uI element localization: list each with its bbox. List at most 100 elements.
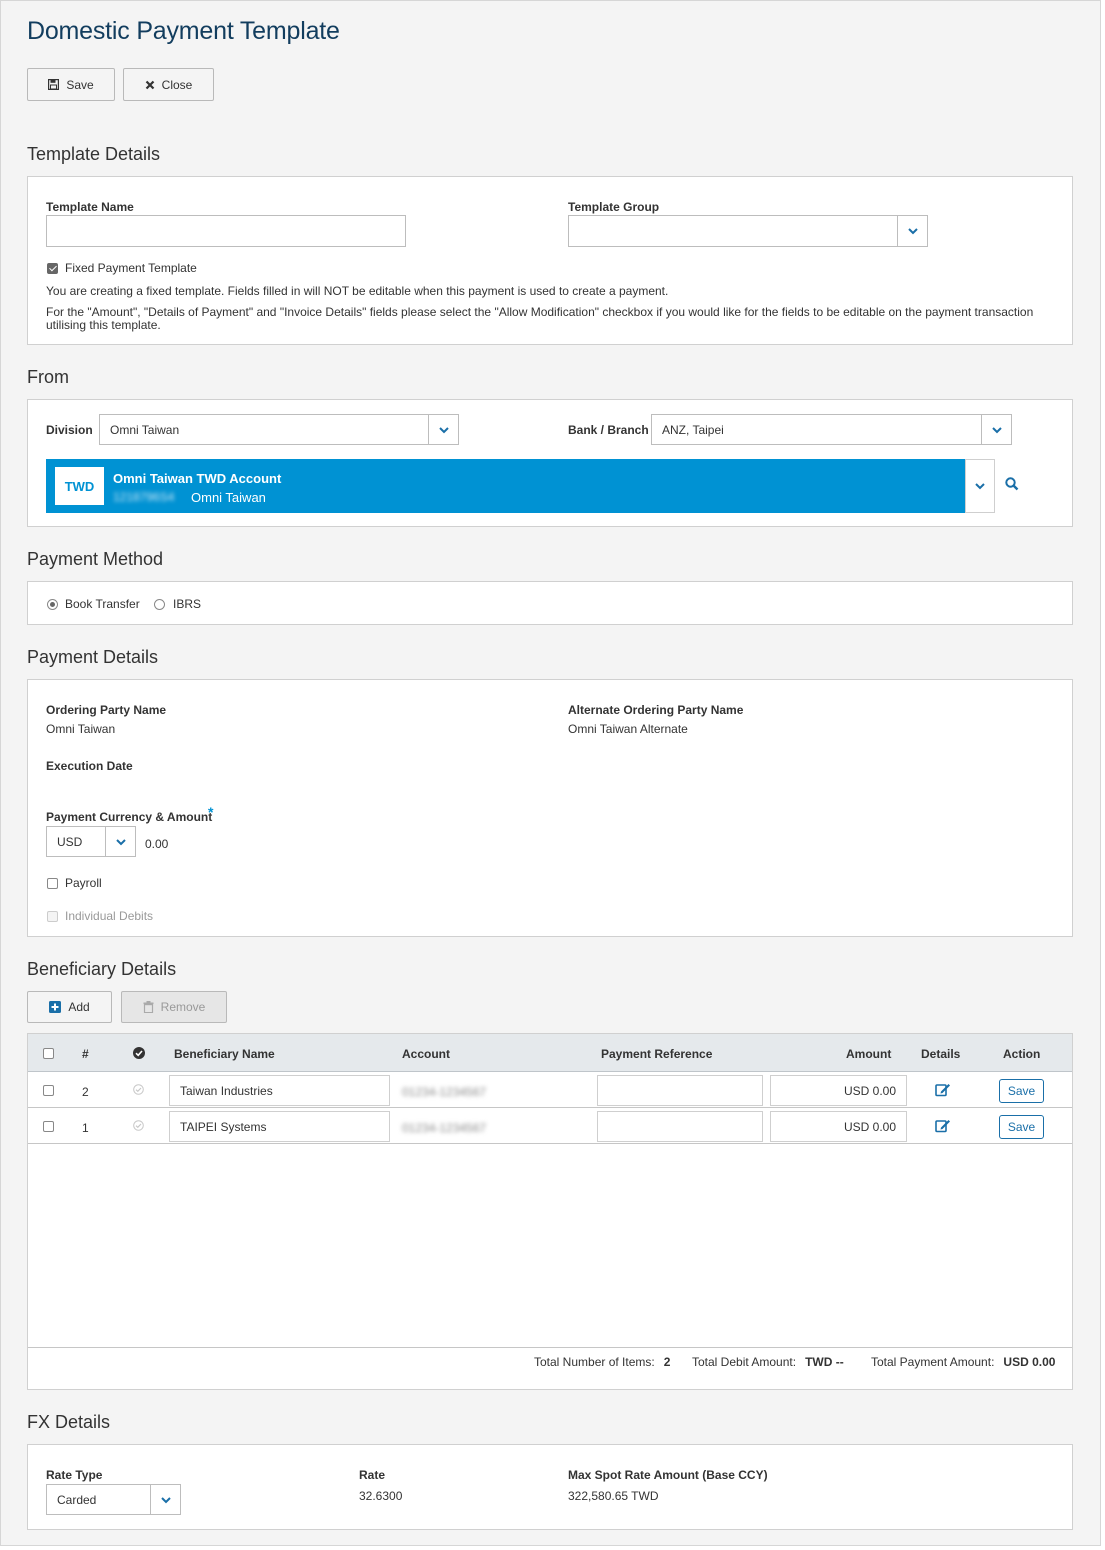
total-debit-label: Total Debit Amount: (692, 1355, 797, 1369)
floppy-disk-icon (48, 79, 60, 90)
total-items: Total Number of Items: 2 (534, 1355, 670, 1369)
fx-details-panel: Rate Type Carded Rate 32.6300 Max Spot R… (27, 1444, 1073, 1530)
check-circle-icon (133, 1084, 144, 1098)
total-debit-value: TWD -- (805, 1355, 844, 1369)
payroll-checkbox[interactable] (47, 878, 58, 889)
close-button[interactable]: Close (123, 68, 214, 101)
account-currency-badge: TWD (55, 467, 104, 505)
row-number: 2 (82, 1085, 89, 1099)
beneficiary-details-title: Beneficiary Details (27, 959, 177, 979)
add-button-label: Add (68, 1000, 90, 1014)
book-transfer-label: Book Transfer (65, 597, 140, 611)
page-frame: Domestic Payment Template Save Close Tem… (0, 0, 1101, 1546)
fixed-template-label: Fixed Payment Template (65, 261, 197, 275)
row-checkbox[interactable] (43, 1121, 54, 1132)
table-header: # Beneficiary Name Account Payment Refer… (28, 1034, 1072, 1072)
rate-type-select[interactable]: Carded (46, 1484, 181, 1515)
row-number: 1 (82, 1121, 89, 1135)
col-payment-reference: Payment Reference (601, 1047, 713, 1061)
total-payment-label: Total Payment Amount: (871, 1355, 995, 1369)
alt-ordering-party-value: Omni Taiwan Alternate (568, 722, 688, 736)
currency-value: USD (57, 834, 83, 849)
amount-value: 0.00 (145, 837, 169, 851)
max-spot-rate-label: Max Spot Rate Amount (Base CCY) (568, 1468, 768, 1482)
template-name-input[interactable] (46, 215, 406, 247)
book-transfer-radio[interactable] (47, 599, 58, 610)
payment-method-panel: Book Transfer IBRS (27, 581, 1073, 625)
edit-details-icon[interactable] (935, 1082, 951, 1100)
remove-beneficiary-button[interactable]: Remove (121, 991, 227, 1023)
payment-method-title: Payment Method (27, 549, 164, 569)
col-details: Details (921, 1047, 961, 1061)
total-items-label: Total Number of Items: (534, 1355, 655, 1369)
account-dropdown-button[interactable] (965, 459, 995, 513)
division-select[interactable]: Omni Taiwan (99, 414, 459, 445)
from-title: From (27, 367, 69, 387)
amount-input[interactable]: USD 0.00 (770, 1111, 907, 1142)
individual-debits-checkbox[interactable] (47, 911, 58, 922)
rate-value: 32.6300 (359, 1489, 403, 1503)
total-items-value: 2 (663, 1355, 671, 1369)
rate-type-dropdown-button[interactable] (150, 1484, 181, 1515)
col-account: Account (402, 1047, 450, 1061)
row-save-button[interactable]: Save (999, 1079, 1044, 1103)
chevron-down-icon (975, 483, 985, 490)
ibrs-radio[interactable] (154, 599, 165, 610)
bank-branch-value: ANZ, Taipei (662, 422, 724, 437)
table-row: 1 TAIPEI Systems 01234-1234567 USD 0.00 … (28, 1108, 1072, 1144)
template-name-label: Template Name (46, 200, 134, 214)
from-panel: Division Omni Taiwan Bank / Branch ANZ, … (27, 399, 1073, 527)
individual-debits-label: Individual Debits (65, 909, 154, 923)
rate-type-value: Carded (57, 1492, 97, 1507)
execution-date-label: Execution Date (46, 759, 133, 773)
currency-select[interactable]: USD (46, 826, 136, 857)
account-name: Omni Taiwan TWD Account (113, 471, 282, 486)
chevron-down-icon (115, 838, 126, 845)
search-icon[interactable] (1005, 477, 1019, 494)
ordering-party-value: Omni Taiwan (46, 722, 116, 736)
bank-branch-select[interactable]: ANZ, Taipei (651, 414, 1012, 445)
payment-reference-input[interactable] (597, 1075, 763, 1106)
col-amount: Amount (846, 1047, 892, 1061)
amount-input[interactable]: USD 0.00 (770, 1075, 907, 1106)
bank-branch-label: Bank / Branch (568, 423, 649, 437)
division-label: Division (46, 423, 93, 437)
save-button[interactable]: Save (27, 68, 115, 101)
check-circle-icon (133, 1120, 144, 1134)
ordering-party-label: Ordering Party Name (46, 703, 167, 717)
add-beneficiary-button[interactable]: Add (27, 991, 112, 1023)
total-debit: Total Debit Amount: TWD -- (692, 1355, 844, 1369)
col-beneficiary-name: Beneficiary Name (174, 1047, 275, 1061)
col-action: Action (1003, 1047, 1041, 1061)
currency-dropdown-button[interactable] (105, 826, 136, 857)
edit-details-icon[interactable] (935, 1118, 951, 1136)
fixed-template-checkbox[interactable] (47, 263, 58, 274)
page-title: Domestic Payment Template (27, 17, 340, 45)
payment-details-panel: Ordering Party Name Omni Taiwan Alternat… (27, 679, 1073, 937)
account-number: 1218796S4 (113, 490, 175, 504)
account-owner: Omni Taiwan (191, 490, 266, 505)
row-checkbox[interactable] (43, 1085, 54, 1096)
chevron-down-icon (907, 228, 918, 235)
beneficiary-name-input[interactable]: Taiwan Industries (169, 1075, 390, 1106)
col-num: # (82, 1047, 89, 1061)
chevron-down-icon (160, 1496, 171, 1503)
close-button-label: Close (161, 77, 193, 92)
template-group-select[interactable] (568, 215, 928, 247)
template-group-label: Template Group (568, 200, 660, 214)
from-account-card[interactable]: TWD Omni Taiwan TWD Account 1218796S4 Om… (46, 459, 965, 513)
select-all-checkbox[interactable] (43, 1048, 54, 1059)
payment-reference-input[interactable] (597, 1111, 763, 1142)
remove-button-label: Remove (160, 1000, 206, 1014)
payment-details-title: Payment Details (27, 647, 159, 667)
bank-branch-dropdown-button[interactable] (981, 414, 1012, 445)
currency-amount-label: Payment Currency & Amount (46, 810, 213, 824)
division-dropdown-button[interactable] (428, 414, 459, 445)
template-group-dropdown-button[interactable] (897, 215, 928, 247)
payroll-label: Payroll (65, 876, 102, 890)
beneficiary-name-input[interactable]: TAIPEI Systems (169, 1111, 390, 1142)
account-value: 01234-1234567 (402, 1085, 487, 1099)
total-payment: Total Payment Amount: USD 0.00 (871, 1355, 1055, 1369)
rate-type-label: Rate Type (46, 1468, 103, 1482)
row-save-button[interactable]: Save (999, 1115, 1044, 1139)
